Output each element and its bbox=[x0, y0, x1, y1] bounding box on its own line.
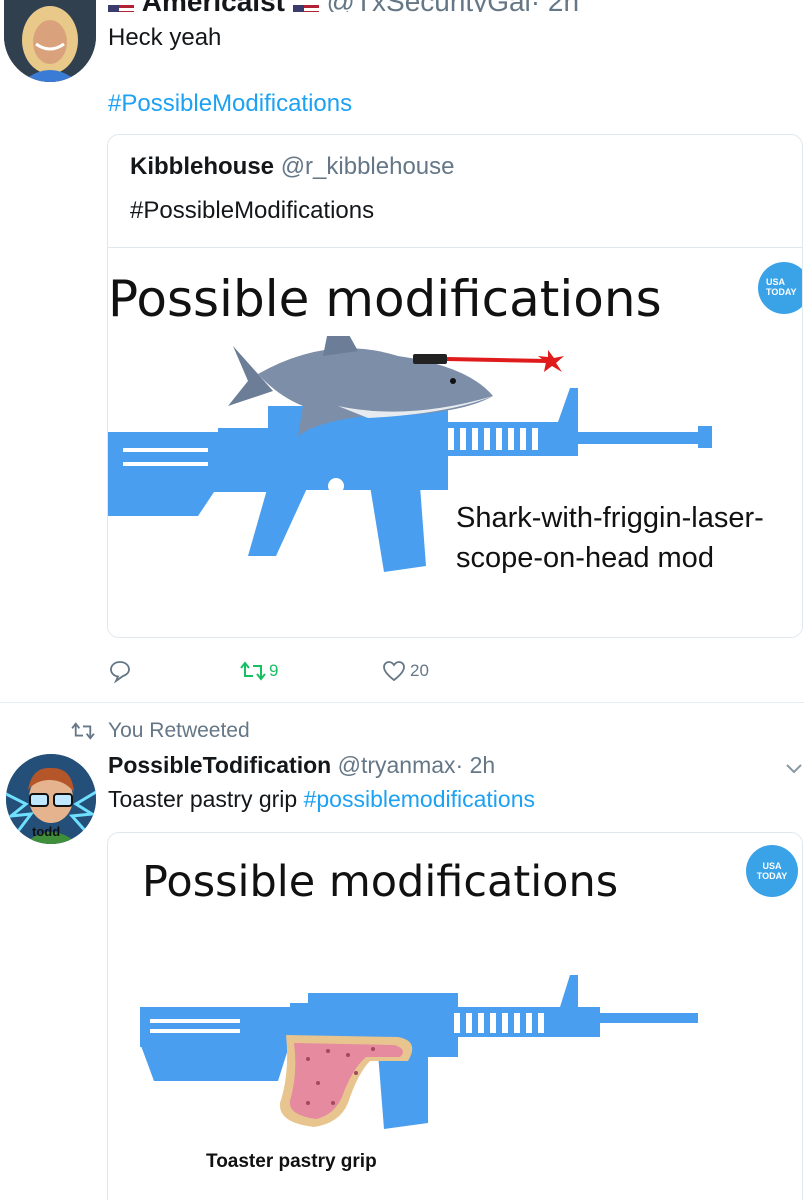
chevron-down-icon[interactable] bbox=[784, 758, 804, 778]
quoted-text: #PossibleModifications bbox=[130, 197, 375, 224]
tweet1-hashtag[interactable]: #PossibleModifications bbox=[108, 90, 352, 118]
image-caption: Shark-with-friggin-laser- scope-on-head … bbox=[456, 498, 764, 578]
quoted-author[interactable]: Kibblehouse @r_kibblehouse bbox=[130, 153, 455, 181]
retweeted-label: You Retweeted bbox=[108, 719, 250, 742]
retweet-button[interactable]: 9 bbox=[240, 656, 278, 686]
quoted-tweet-card[interactable]: Kibblehouse @r_kibblehouse #PossibleModi… bbox=[107, 134, 803, 638]
quoted-author-handle: @r_kibblehouse bbox=[280, 153, 455, 180]
like-button[interactable]: 20 bbox=[382, 656, 429, 686]
reply-button[interactable] bbox=[108, 656, 132, 686]
image-caption-line1: Shark-with-friggin-laser- bbox=[456, 502, 764, 534]
badge-line1: USA bbox=[762, 861, 782, 871]
image-caption: Toaster pastry grip bbox=[206, 1151, 377, 1172]
avatar-americaist[interactable] bbox=[4, 0, 96, 82]
quoted-media-image[interactable]: Possible modifications USA TODAY Shark-w… bbox=[108, 247, 802, 637]
quoted-author-name: Kibblehouse bbox=[130, 153, 275, 180]
reply-icon bbox=[110, 661, 130, 683]
like-count: 20 bbox=[410, 661, 429, 680]
avatar-possibletodification[interactable]: todd bbox=[6, 754, 96, 844]
tweet-divider bbox=[0, 702, 804, 703]
tweet2-media-image[interactable]: Possible modifications USA TODAY Toaster… bbox=[107, 832, 803, 1200]
retweet-icon bbox=[240, 661, 266, 681]
retweeted-indicator: You Retweeted bbox=[70, 718, 250, 744]
flag-icon bbox=[292, 0, 319, 12]
tweet2-time: · 2h bbox=[455, 752, 496, 778]
flag-icon bbox=[108, 0, 134, 12]
badge-line2: TODAY bbox=[756, 871, 788, 881]
tweet1-author-handle[interactable]: @TxSecurityGal bbox=[327, 0, 531, 12]
tweet2-author-name[interactable]: PossibleTodification bbox=[108, 752, 331, 778]
tweet2-text: Toaster pastry grip bbox=[108, 786, 298, 812]
like-icon bbox=[383, 661, 405, 682]
usa-today-badge: USA TODAY bbox=[746, 845, 798, 897]
tweet1-author-name[interactable]: Americaist bbox=[142, 0, 285, 12]
tweet1-text: Heck yeah bbox=[108, 24, 222, 51]
tweet1-header: Americaist @TxSecurityGal· 2h bbox=[108, 0, 579, 12]
tweet2-header: PossibleTodification @tryanmax· 2h bbox=[108, 752, 495, 779]
image-title: Possible modifications bbox=[142, 857, 619, 907]
tweet1-actions: 9 20 bbox=[108, 656, 608, 686]
avatar-label: todd bbox=[32, 824, 61, 839]
retweet-count: 9 bbox=[269, 661, 279, 680]
tweet2-text-line: Toaster pastry grip #possiblemodificatio… bbox=[108, 786, 535, 813]
usa-today-badge: USA TODAY bbox=[758, 262, 802, 314]
tweet2-author-handle[interactable]: @tryanmax bbox=[338, 752, 456, 778]
retweet-icon bbox=[71, 722, 95, 740]
image-caption-line2: scope-on-head mod bbox=[456, 542, 714, 574]
image-title: Possible modifications bbox=[108, 270, 662, 328]
tweet1-time: · 2h bbox=[531, 0, 579, 12]
tweet2-hashtag[interactable]: #possiblemodifications bbox=[304, 786, 535, 812]
rifle-pastry-illustration bbox=[140, 975, 698, 1129]
